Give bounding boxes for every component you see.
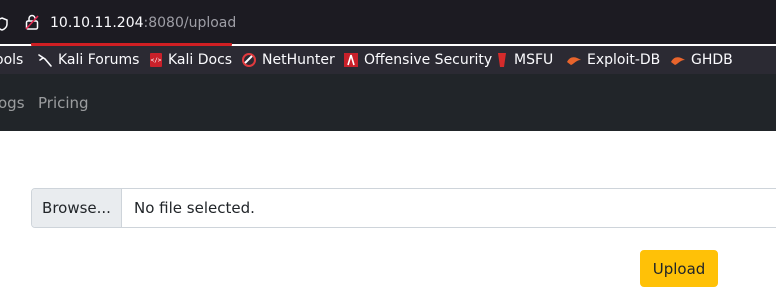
kali-dragon-icon [37, 52, 53, 68]
bookmark-kali-docs[interactable]: </> Kali Docs [149, 51, 232, 69]
bookmark-label: Exploit-DB [587, 52, 661, 68]
file-input-group[interactable]: Browse... No file selected. [31, 188, 776, 228]
url-host: 10.10.11.204 [50, 15, 144, 31]
insecure-lock-icon[interactable] [25, 14, 39, 34]
bookmark-label: ools [0, 52, 24, 68]
file-status-label: No file selected. [134, 199, 255, 217]
bookmark-label: MSFU [514, 52, 554, 68]
browser-url-bar[interactable]: 10.10.11.204:8080/upload [0, 0, 776, 44]
tracking-shield-icon[interactable] [0, 16, 8, 35]
site-navbar: ogs Pricing [0, 74, 776, 131]
nethunter-icon [241, 52, 257, 68]
msfu-icon [495, 52, 509, 68]
bookmark-label: Offensive Security [364, 52, 493, 68]
browse-button[interactable]: Browse... [32, 189, 122, 227]
bookmark-exploit-db[interactable]: Exploit-DB [566, 51, 660, 69]
exploit-db-icon [566, 52, 582, 68]
kali-docs-icon: </> [149, 52, 163, 68]
nav-link-pricing[interactable]: Pricing [38, 94, 89, 112]
bookmark-msfu[interactable]: MSFU [495, 51, 553, 69]
svg-text:</>: </> [151, 57, 162, 64]
bookmark-ghdb[interactable]: GHDB [670, 51, 733, 69]
nav-link-blogs[interactable]: ogs [0, 94, 25, 112]
bookmark-label: Kali Docs [168, 52, 233, 68]
bookmark-kali-forums[interactable]: Kali Forums [37, 51, 139, 69]
bookmark-label: Kali Forums [58, 52, 140, 68]
bookmark-nethunter[interactable]: NetHunter [241, 51, 335, 69]
bookmark-offensive-security[interactable]: Offensive Security [343, 51, 492, 69]
offsec-icon [343, 52, 359, 68]
upload-button[interactable]: Upload [640, 250, 718, 287]
url-text[interactable]: 10.10.11.204:8080/upload [50, 15, 236, 31]
bookmark-label: GHDB [691, 52, 733, 68]
url-path: :8080/upload [143, 15, 237, 31]
ghdb-icon [670, 52, 686, 68]
bookmark-tools[interactable]: ools [0, 51, 23, 69]
bookmarks-toolbar: ools Kali Forums </> Kali Docs NetHunter… [0, 46, 776, 74]
bookmark-label: NetHunter [262, 52, 335, 68]
